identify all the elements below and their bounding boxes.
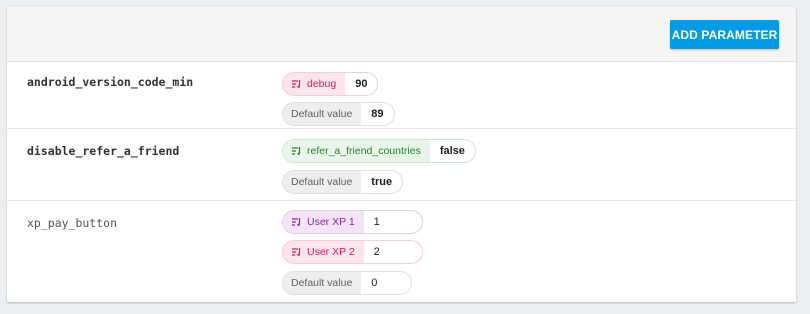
condition-chip[interactable]: refer_a_friend_countries false xyxy=(282,139,476,163)
default-value: 0 xyxy=(371,277,378,289)
parameters-card: ADD PARAMETER android_version_code_min d… xyxy=(7,7,796,302)
condition-value: 90 xyxy=(355,78,368,90)
condition-icon xyxy=(291,217,302,227)
condition-label: User XP 2 xyxy=(307,246,355,258)
parameter-name: android_version_code_min xyxy=(27,75,194,89)
condition-icon xyxy=(291,79,302,89)
condition-icon xyxy=(291,146,302,156)
condition-chip[interactable]: debug 90 xyxy=(282,72,379,96)
parameter-name: disable_refer_a_friend xyxy=(27,144,180,158)
parameter-name: xp_pay_button xyxy=(27,216,118,230)
condition-label: User XP 1 xyxy=(307,216,355,228)
add-parameter-button[interactable]: ADD PARAMETER xyxy=(670,20,779,49)
default-value-label: Default value xyxy=(283,272,362,294)
default-value-chip[interactable]: Default value 0 xyxy=(282,271,413,295)
default-value: true xyxy=(371,176,393,188)
parameter-row[interactable]: disable_refer_a_friend refer_a_friend_co… xyxy=(7,129,796,201)
condition-chip[interactable]: User XP 2 2 xyxy=(282,240,423,264)
condition-label: refer_a_friend_countries xyxy=(307,145,421,157)
condition-label: debug xyxy=(307,78,337,90)
default-value-chip[interactable]: Default value true xyxy=(282,170,404,194)
condition-value: 2 xyxy=(373,246,380,258)
parameter-row[interactable]: xp_pay_button User XP 1 1 User XP 2 2 De… xyxy=(7,201,796,302)
parameter-row[interactable]: android_version_code_min debug 90 Defaul… xyxy=(7,62,796,129)
condition-icon xyxy=(291,247,302,257)
default-value-label: Default value xyxy=(283,103,362,125)
default-value: 89 xyxy=(371,108,384,120)
default-value-chip[interactable]: Default value 89 xyxy=(282,102,395,126)
toolbar: ADD PARAMETER xyxy=(7,7,796,62)
condition-value: false xyxy=(439,145,465,157)
default-value-label: Default value xyxy=(283,171,362,193)
condition-value: 1 xyxy=(373,216,380,228)
condition-chip[interactable]: User XP 1 1 xyxy=(282,210,423,234)
